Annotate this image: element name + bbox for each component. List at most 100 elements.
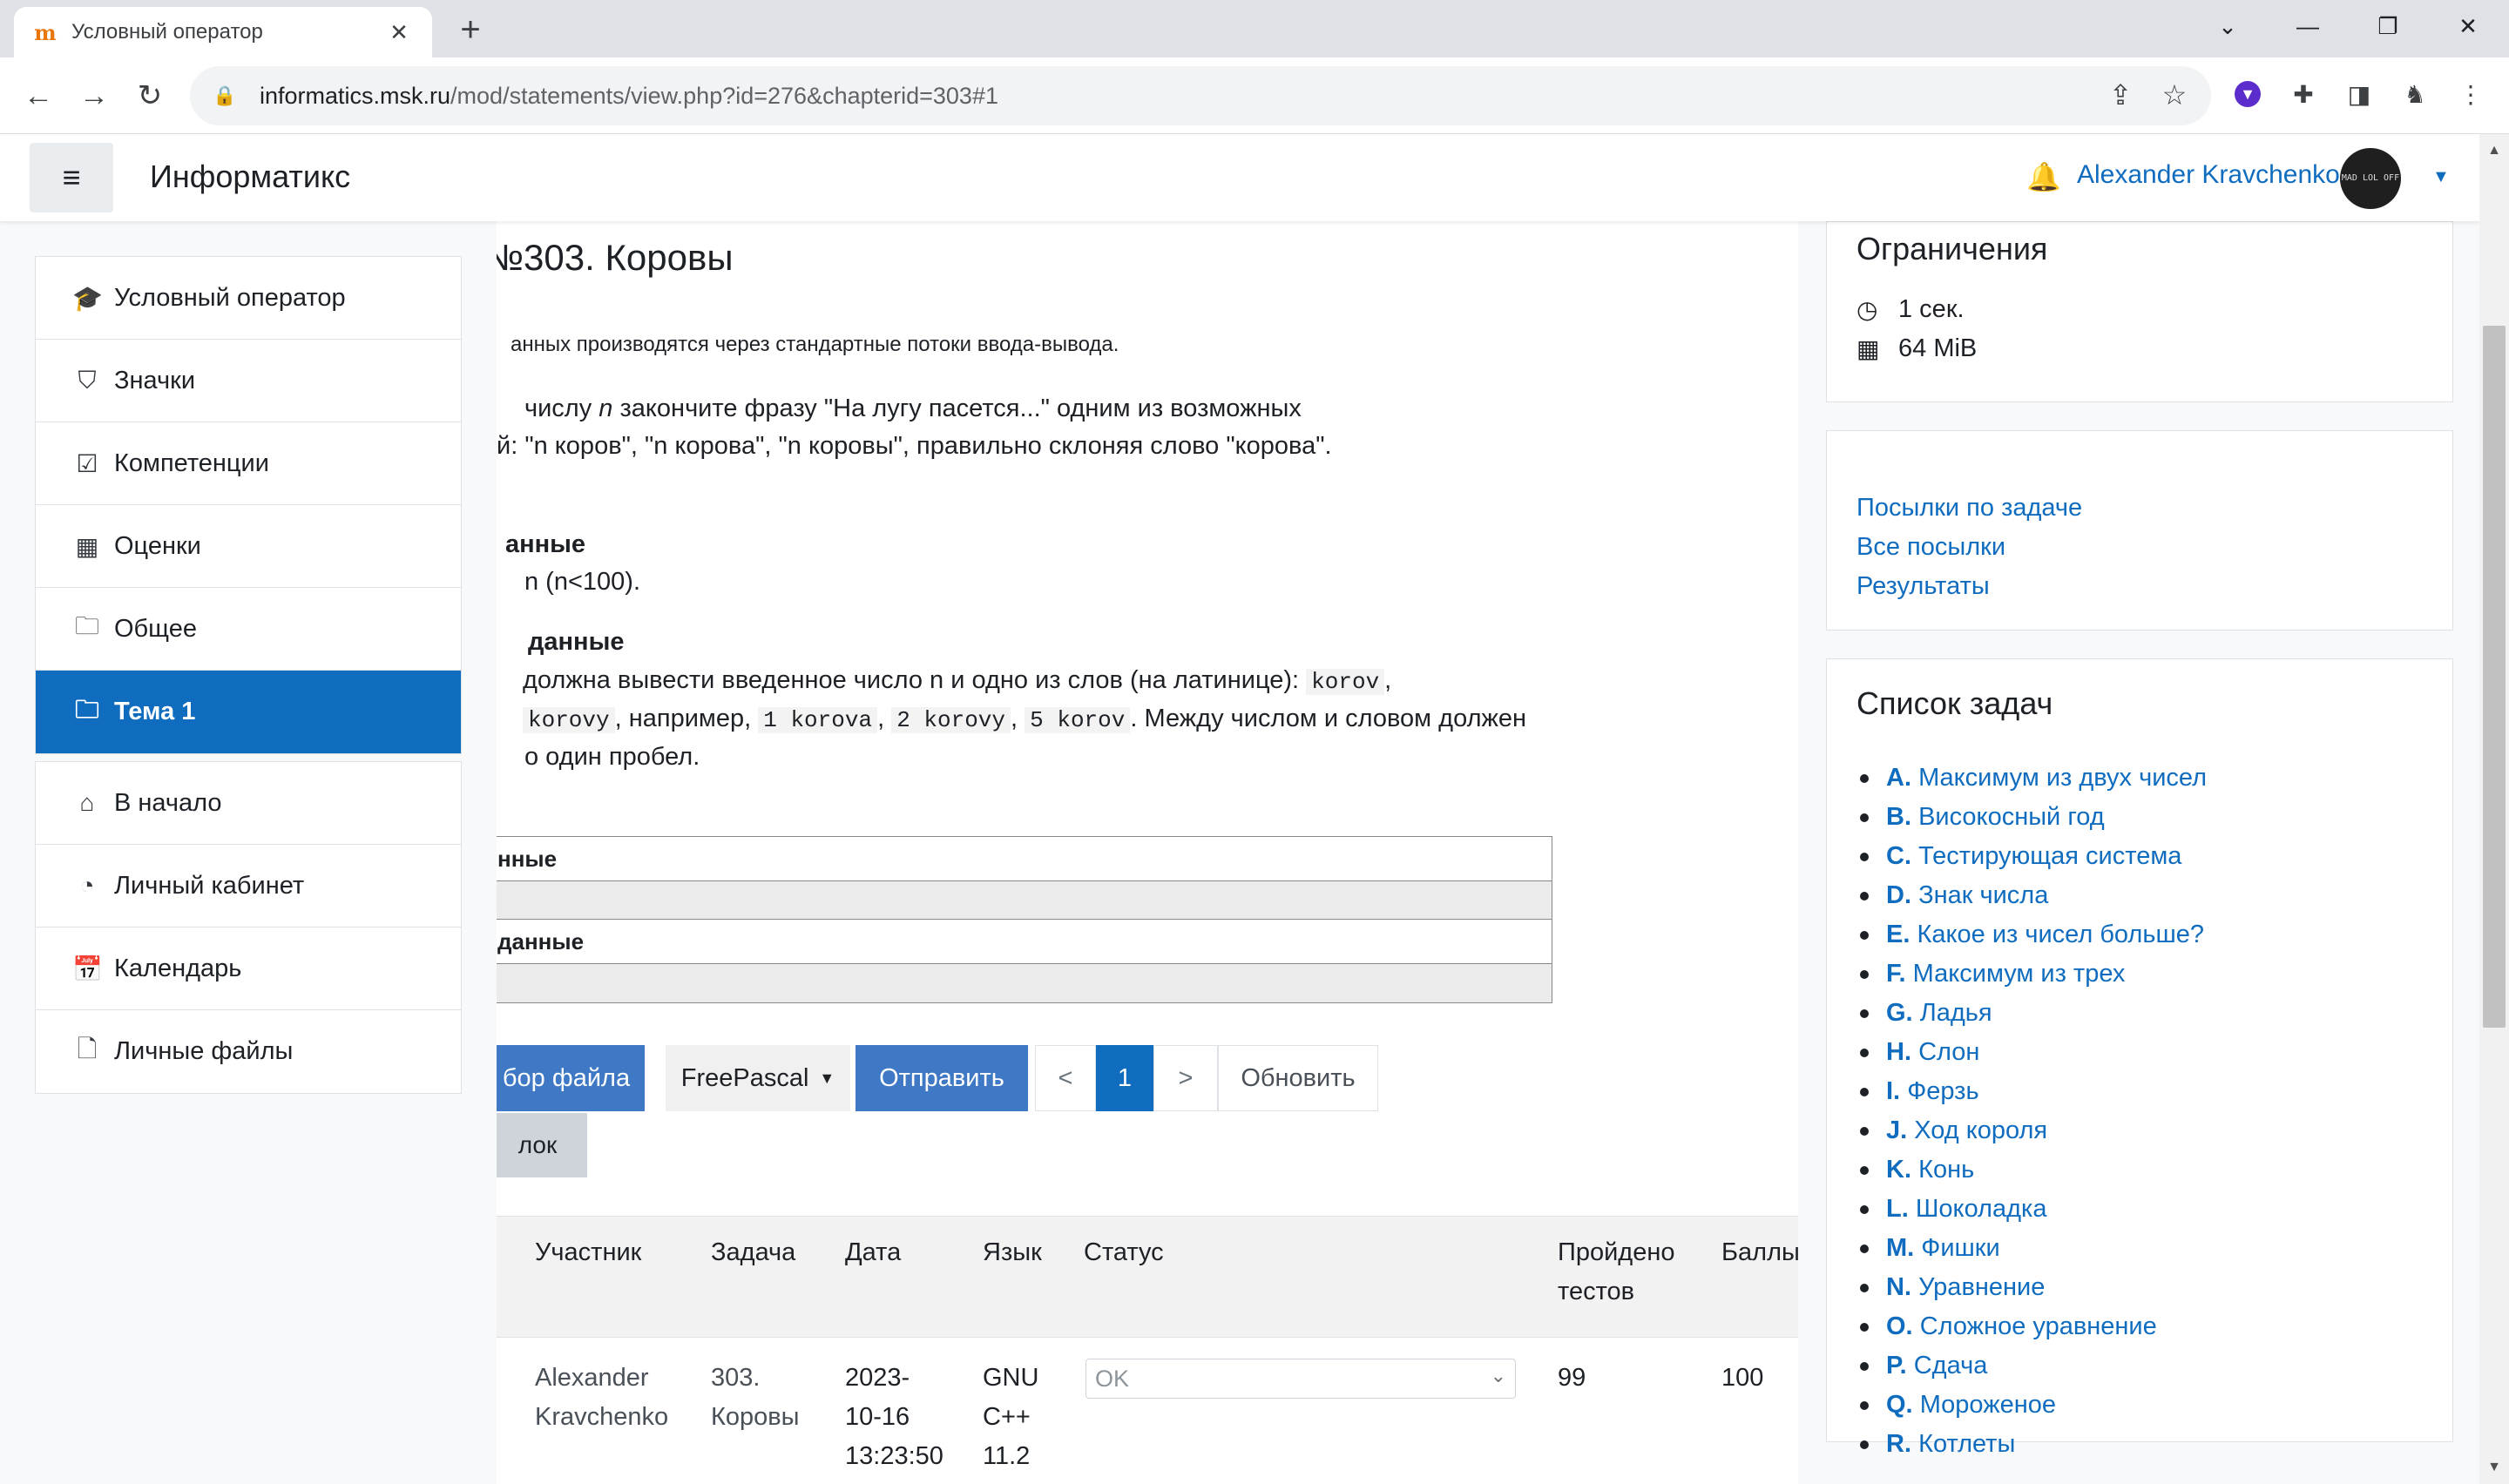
close-tab-icon[interactable]: ✕ [385,19,413,46]
nav-item-dashboard[interactable]: ◔ Личный кабинет [36,845,461,928]
task-list-title: Список задач [1856,685,2053,721]
nav-item-badges[interactable]: ⛉ Значки [36,340,461,422]
output-line-1: должна вывести введенное число n и одно … [523,666,1392,695]
task-list-item[interactable]: K. Конь [1856,1150,2423,1190]
task-list-item[interactable]: M. Фишки [1856,1229,2423,1268]
page-next-button[interactable]: > [1153,1045,1218,1111]
output-line-2: korovy, например, 1 korova, 2 korovy, 5 … [523,700,1526,739]
user-name[interactable]: Alexander Kravchenko [2077,160,2340,190]
th-participant[interactable]: Участник [535,1233,641,1272]
task-list-item[interactable]: G. Ладья [1856,994,2423,1033]
task-list-item[interactable]: N. Уравнение [1856,1268,2423,1307]
task-list-item[interactable]: F. Максимум из трех [1856,954,2423,994]
window-close-icon[interactable]: ✕ [2429,0,2507,52]
back-icon[interactable]: ← [17,75,59,117]
row-task-1: 303. [711,1364,761,1392]
user-menu-caret-icon[interactable]: ▼ [2432,167,2450,187]
tab-search-icon[interactable]: ⌄ [2188,0,2267,52]
chrome-menu-icon[interactable]: ⋮ [2453,77,2488,111]
pagination: < 1 > Обновить [1035,1045,1378,1111]
table-icon: ▦ [1856,335,1880,362]
profile-icon[interactable]: ♞ [2397,77,2432,111]
th-status[interactable]: Статус [1084,1233,1164,1272]
th-date[interactable]: Дата [845,1233,901,1272]
lock-icon[interactable]: 🔒 [209,84,240,107]
th-tests-line2[interactable]: тестов [1558,1272,1634,1312]
browser-tab[interactable]: m Условный оператор ✕ [14,7,432,57]
link-task-submissions[interactable]: Посылки по задаче [1856,489,2423,528]
restore-icon[interactable]: ❐ [2349,0,2427,52]
task-list-item[interactable]: A. Максимум из двух чисел [1856,759,2423,798]
nav-item-topic-1[interactable]: 🗀 Тема 1 [36,671,461,753]
page-scrollbar[interactable]: ▲ ▼ [2479,134,2509,1484]
nav-item-course[interactable]: 🎓 Условный оператор [36,257,461,340]
reload-icon[interactable]: ↻ [129,75,171,117]
task-list-item[interactable]: L. Шоколадка [1856,1190,2423,1229]
nav-item-competencies[interactable]: ☑ Компетенции [36,422,461,505]
hamburger-menu-icon[interactable]: ≡ [30,143,113,212]
scrollbar-thumb[interactable] [2483,326,2506,1028]
task-list-item[interactable]: I. Ферзь [1856,1072,2423,1111]
task-list-item[interactable]: H. Слон [1856,1033,2423,1072]
nav-item-calendar[interactable]: 📅 Календарь [36,928,461,1010]
output-line-3: о один пробел. [524,743,700,771]
gray-action-button[interactable]: лок [497,1113,587,1177]
extensions-puzzle-icon[interactable]: ✚ [2286,77,2321,111]
share-icon[interactable]: ⇪ [2103,78,2138,111]
status-select[interactable]: OK ⌄ [1085,1359,1516,1399]
site-brand[interactable]: Информатикс [150,159,350,195]
refresh-button[interactable]: Обновить [1218,1045,1378,1111]
submit-button[interactable]: Отправить [855,1045,1028,1111]
notifications-bell-icon[interactable]: 🔔 [2026,160,2061,193]
bookmark-star-icon[interactable]: ☆ [2157,78,2192,111]
nav-item-general[interactable]: 🗀 Общее [36,588,461,671]
example-output-header: данные [497,920,1552,964]
vpn-extension-icon[interactable]: ▼ [2230,77,2265,111]
row-participant-2: Kravchenko [535,1403,669,1431]
io-note: анных производятся через стандартные пот… [511,333,1119,356]
dashboard-icon: ◔ [79,872,95,899]
example-table: нные данные [497,836,1552,1003]
forward-icon[interactable]: → [73,75,115,117]
th-score[interactable]: Баллы [1721,1233,1798,1272]
row-participant-1: Alexander [535,1364,649,1392]
shield-icon: ⛉ [78,366,97,394]
task-list-item[interactable]: J. Ход короля [1856,1111,2423,1150]
task-list-item[interactable]: Q. Мороженое [1856,1386,2423,1425]
language-select[interactable]: FreePascal ▼ [666,1045,850,1111]
avatar[interactable]: MAD LOL OFF [2340,148,2401,209]
page-content: ≡ Информатикс 🔔 Alexander Kravchenko MAD… [0,134,2479,1484]
choose-file-button[interactable]: бор файла [497,1045,645,1111]
th-task[interactable]: Задача [711,1233,795,1272]
address-bar[interactable]: 🔒 informatics.msk.ru/mod/statements/view… [190,66,2211,125]
task-list-item[interactable]: P. Сдача [1856,1346,2423,1386]
side-panel-icon[interactable]: ◨ [2342,77,2377,111]
link-results[interactable]: Результаты [1856,567,2423,606]
time-limit: ◷ 1 сек. [1856,295,1965,323]
page-title: №303. Коровы [497,237,734,278]
page-current-button[interactable]: 1 [1096,1045,1153,1111]
task-list-item[interactable]: O. Сложное уравнение [1856,1307,2423,1346]
row-date-3: 13:23:50 [845,1442,943,1470]
example-output-cell [497,964,1552,1002]
new-tab-icon[interactable]: + [453,10,488,49]
task-list-item[interactable]: E. Какое из чисел больше? [1856,915,2423,954]
nav-item-private-files[interactable]: 🗋 Личные файлы [36,1010,461,1093]
scroll-up-icon[interactable]: ▲ [2479,136,2509,165]
caret-down-icon: ▼ [819,1069,835,1087]
th-tests-line1[interactable]: Пройдено [1558,1233,1675,1272]
row-lang-2: C++ [983,1403,1031,1431]
task-list-item[interactable]: R. Котлеты [1856,1425,2423,1464]
nav-item-grades[interactable]: ▦ Оценки [36,505,461,588]
page-prev-button[interactable]: < [1035,1045,1096,1111]
task-list-item[interactable]: C. Тестирующая система [1856,837,2423,876]
statement-line-2: й: "n коров", "n корова", "n коровы", пр… [497,432,1332,460]
task-list-item[interactable]: D. Знак числа [1856,876,2423,915]
scroll-down-icon[interactable]: ▼ [2479,1453,2509,1482]
link-all-submissions[interactable]: Все посылки [1856,528,2423,567]
task-list-item[interactable]: B. Високосный год [1856,798,2423,837]
minimize-icon[interactable]: — [2269,0,2347,52]
main-region: №303. Коровы анных производятся через ст… [497,221,1798,1484]
th-language[interactable]: Язык [983,1233,1042,1272]
nav-item-home[interactable]: ⌂ В начало [36,762,461,845]
